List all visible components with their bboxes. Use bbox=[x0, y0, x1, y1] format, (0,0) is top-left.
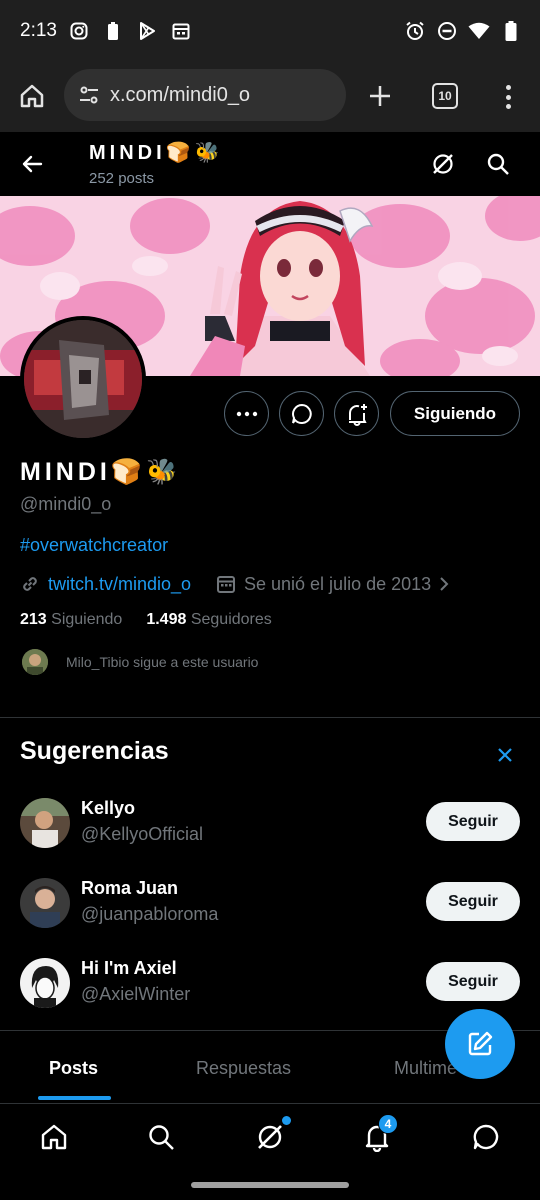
header-post-count: 252 posts bbox=[89, 170, 155, 187]
suggestion-item[interactable]: Roma Juan @juanpabloroma Seguir bbox=[0, 878, 540, 948]
close-suggestions-icon[interactable] bbox=[492, 742, 518, 768]
search-icon[interactable] bbox=[484, 150, 512, 178]
suggestion-name: Kellyo bbox=[81, 798, 136, 818]
back-arrow-icon[interactable] bbox=[18, 150, 46, 178]
follow-counts: 213 Siguiendo 1.498 Seguidores bbox=[20, 611, 272, 629]
grok-unread-dot bbox=[282, 1116, 291, 1125]
new-tab-icon[interactable] bbox=[364, 80, 396, 112]
address-bar[interactable]: x.com/mindi0_o bbox=[64, 69, 346, 121]
following-count: 213 bbox=[20, 611, 47, 628]
tab-media[interactable]: Multime bbox=[394, 1058, 457, 1079]
header-profile-name: MINDI🍞🐝 bbox=[89, 142, 224, 164]
follow-button[interactable]: Seguir bbox=[426, 882, 520, 921]
alarm-icon bbox=[404, 20, 426, 42]
more-options-button[interactable] bbox=[224, 391, 269, 436]
play-store-icon bbox=[136, 20, 158, 42]
battery-icon bbox=[500, 20, 522, 42]
chat-bubble-icon bbox=[291, 403, 312, 424]
compose-icon bbox=[468, 1031, 493, 1056]
profile-avatar[interactable] bbox=[20, 316, 146, 442]
suggestion-name: Roma Juan bbox=[81, 878, 179, 898]
do-not-disturb-icon bbox=[436, 20, 458, 42]
suggestion-handle: @AxielWinter bbox=[81, 984, 191, 1004]
gesture-bar bbox=[0, 1173, 540, 1200]
calendar-icon bbox=[217, 576, 235, 593]
tab-replies[interactable]: Respuestas bbox=[196, 1058, 291, 1079]
compose-post-button[interactable] bbox=[445, 1009, 515, 1079]
message-button[interactable] bbox=[279, 391, 324, 436]
search-icon[interactable] bbox=[144, 1120, 178, 1154]
grok-icon[interactable] bbox=[253, 1120, 287, 1154]
bio-hashtag-link[interactable]: #overwatchcreator bbox=[20, 535, 168, 556]
followers-count-link[interactable]: 1.498 Seguidores bbox=[146, 611, 271, 629]
home-gesture-handle[interactable] bbox=[191, 1182, 349, 1188]
link-icon bbox=[23, 577, 37, 591]
followers-count: 1.498 bbox=[146, 611, 187, 628]
status-time: 2:13 bbox=[20, 20, 57, 41]
suggestion-item[interactable]: Kellyo @KellyoOfficial Seguir bbox=[0, 798, 540, 868]
notifications-subscribe-button[interactable] bbox=[334, 391, 379, 436]
wifi-icon bbox=[468, 20, 490, 42]
messages-icon[interactable] bbox=[469, 1120, 503, 1154]
profile-name: MINDI🍞🐝 bbox=[20, 458, 182, 486]
tab-posts[interactable]: Posts bbox=[49, 1058, 98, 1079]
follower-mini-avatar bbox=[22, 649, 48, 675]
suggestion-avatar[interactable] bbox=[20, 958, 70, 1008]
following-count-link[interactable]: 213 Siguiendo bbox=[20, 611, 122, 629]
profile-handle: @mindi0_o bbox=[20, 494, 112, 514]
profile-header: MINDI🍞🐝 252 posts bbox=[0, 132, 540, 196]
following-button[interactable]: Siguiendo bbox=[390, 391, 520, 436]
followed-by[interactable]: Milo_Tibio sigue a este usuario bbox=[22, 648, 258, 676]
instagram-icon bbox=[68, 20, 90, 42]
active-tab-indicator bbox=[38, 1096, 111, 1100]
browser-toolbar: x.com/mindi0_o 10 bbox=[0, 64, 540, 132]
chevron-right-icon bbox=[440, 577, 449, 591]
website-link[interactable]: twitch.tv/mindio_o bbox=[20, 571, 191, 597]
home-icon[interactable] bbox=[37, 1120, 71, 1154]
bell-plus-icon bbox=[348, 403, 367, 426]
suggestion-handle: @KellyoOfficial bbox=[81, 824, 203, 844]
url-text: x.com/mindi0_o bbox=[110, 83, 251, 106]
notification-badge: 4 bbox=[378, 1114, 398, 1134]
website-text: twitch.tv/mindio_o bbox=[48, 573, 192, 594]
browser-home-icon[interactable] bbox=[16, 80, 48, 112]
browser-menu-icon[interactable] bbox=[498, 82, 518, 112]
followers-label: Seguidores bbox=[190, 611, 272, 628]
site-settings-icon[interactable] bbox=[78, 84, 100, 106]
join-date[interactable]: Se unió el julio de 2013 bbox=[216, 571, 451, 597]
suggestions-title: Sugerencias bbox=[20, 737, 169, 765]
bottom-navigation: 4 bbox=[0, 1103, 540, 1173]
calendar-status-icon bbox=[170, 20, 192, 42]
follow-button[interactable]: Seguir bbox=[426, 802, 520, 841]
suggestion-avatar[interactable] bbox=[20, 798, 70, 848]
followed-by-text: Milo_Tibio sigue a este usuario bbox=[66, 654, 259, 670]
suggestion-avatar[interactable] bbox=[20, 878, 70, 928]
grok-icon[interactable] bbox=[429, 150, 457, 178]
suggestion-name: Hi I'm Axiel bbox=[81, 958, 177, 978]
battery-small-icon bbox=[102, 20, 124, 42]
suggestion-handle: @juanpabloroma bbox=[81, 904, 219, 924]
more-dots-icon bbox=[236, 411, 257, 416]
following-label: Siguiendo bbox=[51, 611, 123, 628]
status-bar: 2:13 bbox=[0, 0, 540, 64]
join-date-text: Se unió el julio de 2013 bbox=[244, 573, 432, 594]
follow-button[interactable]: Seguir bbox=[426, 962, 520, 1001]
tab-switcher-button[interactable]: 10 bbox=[432, 83, 458, 109]
section-divider bbox=[0, 717, 540, 718]
